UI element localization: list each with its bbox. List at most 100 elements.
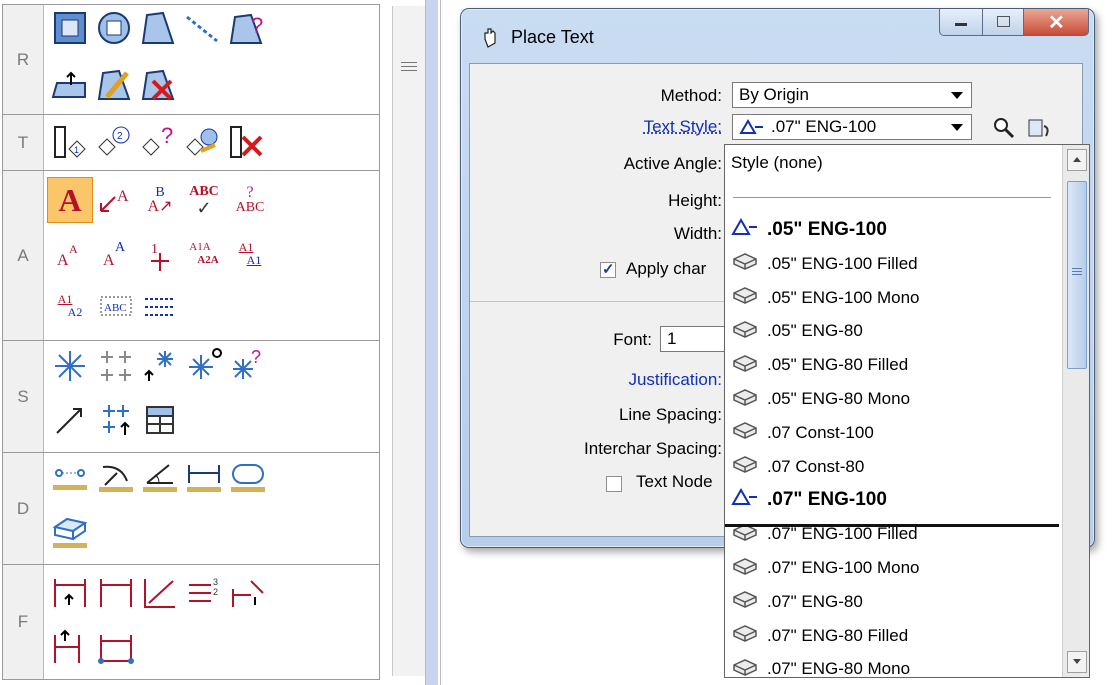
text-a2a-label: A2A <box>197 254 219 266</box>
text-a1a-label: A1A <box>189 241 211 253</box>
dropdown-item-label: .05" ENG-80 <box>767 321 863 341</box>
dimension-3d-icon[interactable] <box>47 509 93 555</box>
change-tag-icon[interactable] <box>179 119 225 165</box>
select-cell-icon[interactable] <box>137 343 183 389</box>
window-splitter[interactable] <box>425 0 438 685</box>
style-icon <box>731 387 767 412</box>
scroll-up-button[interactable] <box>1067 149 1087 171</box>
dropdown-item[interactable]: .07" ENG-100 <box>731 485 887 515</box>
dropdown-item[interactable]: .05" ENG-80 Filled <box>731 350 908 380</box>
place-cell-icon[interactable] <box>93 343 139 389</box>
style-active-icon <box>739 119 763 134</box>
dropdown-item[interactable]: .07" ENG-80 Mono <box>731 654 910 684</box>
dimension-element-icon[interactable] <box>47 455 93 501</box>
edit-tag-icon[interactable]: 2 <box>91 119 137 165</box>
copy-increment-text-icon[interactable]: A1 A1 <box>227 231 273 277</box>
edit-pattern-icon[interactable] <box>91 61 137 107</box>
dropdown-item[interactable]: .07" ENG-80 Filled <box>731 621 908 651</box>
dropdown-item[interactable]: .05" ENG-80 Mono <box>731 384 910 414</box>
review-tags-icon[interactable]: ? <box>135 119 181 165</box>
increment-text-icon[interactable]: 1 <box>137 231 183 277</box>
scroll-down-button[interactable] <box>1067 651 1087 673</box>
grip-icon[interactable] <box>401 62 417 74</box>
place-active-point-icon[interactable] <box>47 343 93 389</box>
scroll-thumb[interactable] <box>1067 181 1087 369</box>
match-pattern-icon[interactable]: ? <box>223 5 269 51</box>
group-r: R ? <box>2 4 380 116</box>
enter-data-field-icon[interactable] <box>137 283 183 329</box>
show-pattern-icon[interactable] <box>47 61 93 107</box>
style-icon <box>731 657 767 682</box>
place-text-tool[interactable]: A <box>47 177 93 223</box>
match-text-icon[interactable]: ? ABC <box>227 177 273 223</box>
define-cell-origin-icon[interactable] <box>93 397 139 443</box>
dimension-angle-icon[interactable] <box>137 455 183 501</box>
identify-cell-icon[interactable]: ? <box>225 343 271 389</box>
display-text-attributes-icon[interactable]: AA <box>47 231 93 277</box>
pattern-area-icon[interactable] <box>47 5 93 51</box>
edit-text-icon[interactable]: B A↗ <box>137 177 183 223</box>
apply-changes-checkbox[interactable]: ✓ <box>600 261 616 278</box>
dimension-element-line-icon[interactable] <box>47 623 93 669</box>
tool-palette: R ? T 1 2 ? A A A B A↗ ABC ✓ ? ABC A A A… <box>0 0 441 685</box>
place-tag-icon[interactable]: 1 <box>47 119 93 165</box>
maximize-button[interactable] <box>982 9 1024 36</box>
svg-text:1: 1 <box>74 145 79 155</box>
dropdown-item[interactable]: .07" ENG-100 Mono <box>731 553 920 583</box>
linear-pattern-icon[interactable] <box>179 5 225 51</box>
text-style-label[interactable]: Text Style: <box>510 117 722 137</box>
delete-tag-icon[interactable] <box>223 119 269 165</box>
group-a: A A A B A↗ ABC ✓ ? ABC AA AA 1 A1A A2A A… <box>2 170 380 342</box>
dropdown-scrollbar[interactable] <box>1062 145 1089 677</box>
dropdown-item[interactable]: .07 Const-100 <box>731 418 874 448</box>
dimension-angle-location-icon[interactable] <box>225 569 271 615</box>
minimize-button[interactable] <box>939 9 983 36</box>
dimension-linear-icon[interactable] <box>181 455 227 501</box>
replace-cell-icon[interactable] <box>181 343 227 389</box>
spell-check-icon[interactable]: ABC ✓ <box>181 177 227 223</box>
hatch-element-icon[interactable] <box>91 5 137 51</box>
active-angle-label: Active Angle: <box>623 154 722 173</box>
dimension-arc-size-icon[interactable] <box>93 623 139 669</box>
dimension-radial-icon[interactable] <box>225 455 271 501</box>
dropdown-item[interactable]: .07" ENG-80 <box>731 587 863 617</box>
style-icon <box>731 556 767 581</box>
dropdown-item[interactable]: .05" ENG-100 Filled <box>731 249 918 279</box>
method-select[interactable]: By Origin <box>732 82 972 108</box>
font-value: 1 <box>667 329 677 348</box>
cell-library-icon[interactable] <box>137 397 183 443</box>
dropdown-item-style-none[interactable]: Style (none) <box>731 153 823 173</box>
magnifier-icon[interactable] <box>992 116 1016 140</box>
place-note-icon[interactable]: A <box>93 177 139 223</box>
dimension-ordinates-icon[interactable]: 32 <box>181 569 227 615</box>
change-text-attributes-icon[interactable]: AA <box>93 231 139 277</box>
text-style-select[interactable]: .07" ENG-100 <box>732 114 972 140</box>
copy-text-icon[interactable]: A1 A2 <box>47 283 93 329</box>
font-field[interactable]: 1 <box>660 326 730 352</box>
increment-text-a2a-icon[interactable]: A1A A2A <box>181 231 227 277</box>
dropdown-item[interactable]: .05" ENG-80 <box>731 316 863 346</box>
dropdown-separator <box>733 197 1051 198</box>
style-manager-icon[interactable] <box>1026 116 1052 140</box>
close-button[interactable]: ✕ <box>1023 9 1089 36</box>
dimension-size-stroke-icon[interactable] <box>93 569 139 615</box>
checkmark-icon: ✓ <box>602 261 615 278</box>
dimension-arc-icon[interactable] <box>93 455 139 501</box>
crosshatch-icon[interactable] <box>135 5 181 51</box>
place-line-cell-icon[interactable] <box>47 397 93 443</box>
dropdown-item[interactable]: .05" ENG-100 <box>731 215 887 245</box>
group-letter: F <box>3 565 44 679</box>
dimension-location-icon[interactable] <box>137 569 183 615</box>
dropdown-item[interactable]: .05" ENG-100 Mono <box>731 283 920 313</box>
line-spacing-label: Line Spacing: <box>618 405 722 424</box>
palette-scrollbar[interactable] <box>392 6 429 676</box>
text-node-checkbox[interactable] <box>606 476 622 492</box>
justification-label[interactable]: Justification: <box>510 370 722 390</box>
style-icon <box>731 623 767 648</box>
delete-pattern-icon[interactable] <box>135 61 181 107</box>
dimension-size-arrow-icon[interactable] <box>47 569 93 615</box>
fill-in-enter-data-icon[interactable]: ABC <box>93 283 139 329</box>
dropdown-item[interactable]: .07 Const-80 <box>731 452 864 482</box>
group-s: S ? <box>2 340 380 454</box>
text-abc2-label: ABC <box>235 200 265 215</box>
